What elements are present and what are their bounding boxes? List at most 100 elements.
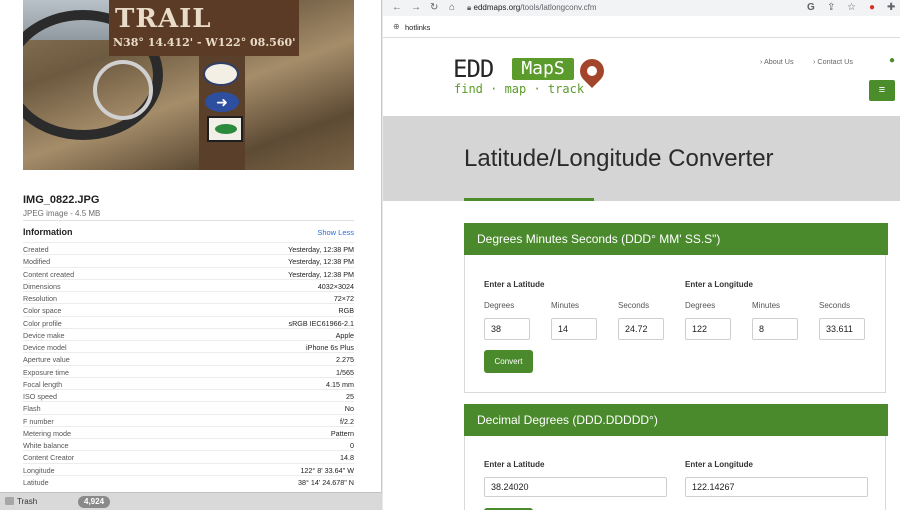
google-icon[interactable]: G bbox=[807, 1, 815, 15]
page-banner: Latitude/Longitude Converter bbox=[383, 116, 900, 201]
info-key: ISO speed bbox=[23, 392, 57, 401]
info-key: Device model bbox=[23, 343, 67, 352]
file-meta: JPEG image - 4.5 MB bbox=[23, 209, 101, 218]
info-value: iPhone 6s Plus bbox=[306, 343, 354, 352]
info-key: Flash bbox=[23, 404, 41, 414]
info-key: White balance bbox=[23, 441, 69, 450]
nav-contact-us[interactable]: › Contact Us bbox=[813, 57, 853, 66]
dms-panel-header: Degrees Minutes Seconds (DDD° MM' SS.S") bbox=[464, 223, 888, 255]
info-row: Metering mode Pattern bbox=[23, 425, 354, 438]
screen: TRAIL N38° 14.412' - W122° 08.560' ➜ IMG… bbox=[0, 0, 900, 510]
photo-preview: TRAIL N38° 14.412' - W122° 08.560' ➜ bbox=[23, 0, 354, 170]
lon-seconds-label: Seconds bbox=[819, 301, 851, 310]
info-row: Latitude 38° 14' 24.678" N bbox=[23, 474, 354, 487]
menu-button[interactable]: ≡ bbox=[869, 80, 895, 101]
info-value: 0 bbox=[350, 441, 354, 450]
lon-degrees-label: Degrees bbox=[685, 301, 716, 310]
info-row: Content created Yesterday, 12:38 PM bbox=[23, 266, 354, 279]
file-name: IMG_0822.JPG bbox=[23, 194, 100, 206]
info-value: f/2.2 bbox=[340, 416, 354, 426]
info-value: Yesterday, 12:38 PM bbox=[288, 257, 354, 267]
photo-sign-text: TRAIL bbox=[115, 4, 212, 34]
info-row: Device make Apple bbox=[23, 327, 354, 340]
info-value: 38° 14' 24.678" N bbox=[298, 477, 354, 487]
info-row: Device model iPhone 6s Plus bbox=[23, 340, 354, 352]
info-row: F number f/2.2 bbox=[23, 413, 354, 426]
extensions-puzzle-icon[interactable]: ✚ bbox=[887, 1, 895, 15]
info-row: Resolution 72×72 bbox=[23, 291, 354, 303]
info-key: Content created bbox=[23, 269, 75, 279]
bookmark-hotlinks[interactable]: hotlinks bbox=[405, 23, 430, 32]
info-row: Color space RGB bbox=[23, 303, 354, 315]
share-icon[interactable]: ⇪ bbox=[827, 1, 835, 15]
dd-latitude-input[interactable]: 38.24020 bbox=[484, 477, 667, 497]
lon-seconds-input[interactable]: 33.611 bbox=[819, 318, 865, 340]
info-value: sRGB IEC61966-2.1 bbox=[288, 318, 354, 328]
user-icon[interactable]: ● bbox=[889, 55, 895, 66]
bookmark-star-icon[interactable]: ☆ bbox=[847, 1, 856, 15]
back-icon[interactable]: ← bbox=[392, 1, 402, 15]
info-value: 4.15 mm bbox=[326, 379, 354, 389]
extension-icon[interactable]: ● bbox=[869, 1, 875, 15]
info-key: Aperture value bbox=[23, 355, 70, 365]
info-key: Focal length bbox=[23, 379, 63, 389]
url-path: /tools/latlongconv.cfm bbox=[520, 3, 597, 12]
dms-panel: Degrees Minutes Seconds (DDD° MM' SS.S")… bbox=[464, 223, 888, 393]
info-row: Color profile sRGB IEC61966-2.1 bbox=[23, 315, 354, 328]
info-key: Longitude bbox=[23, 465, 55, 475]
logo-tagline: find · map · track bbox=[454, 82, 585, 96]
info-value: No bbox=[344, 404, 354, 414]
finder-info-panel: TRAIL N38° 14.412' - W122° 08.560' ➜ IMG… bbox=[0, 0, 382, 492]
info-key: Dimensions bbox=[23, 281, 61, 291]
nav-about-us[interactable]: › About Us bbox=[760, 57, 794, 66]
address-bar[interactable]: 🔒︎ eddmaps.org/tools/latlongconv.cfm bbox=[467, 1, 777, 14]
page-title: Latitude/Longitude Converter bbox=[464, 145, 774, 172]
info-key: Created bbox=[23, 245, 49, 254]
info-value: 25 bbox=[346, 392, 354, 401]
info-row: Longitude 122° 8' 33.64" W bbox=[23, 462, 354, 475]
bookmark-globe-icon: ⊕ bbox=[393, 22, 400, 31]
lat-minutes-input[interactable]: 14 bbox=[551, 318, 597, 340]
lat-seconds-label: Seconds bbox=[618, 301, 650, 310]
info-value: 2.275 bbox=[336, 355, 354, 365]
show-less-link[interactable]: Show Less bbox=[317, 228, 354, 237]
info-row: ISO speed 25 bbox=[23, 389, 354, 401]
photo-bike-rim bbox=[93, 60, 153, 120]
bookmarks-bar: ⊕ hotlinks bbox=[383, 16, 900, 38]
info-key: Color space bbox=[23, 306, 62, 316]
information-title: Information bbox=[23, 227, 73, 237]
information-list: Created Yesterday, 12:38 PM Modified Yeste… bbox=[23, 242, 354, 487]
info-key: Resolution bbox=[23, 294, 57, 303]
info-key: Device make bbox=[23, 330, 65, 340]
info-value: 1/565 bbox=[336, 367, 354, 377]
info-row: Dimensions 4032×3024 bbox=[23, 278, 354, 291]
info-row: Content Creator 14.8 bbox=[23, 450, 354, 462]
dms-latitude-heading: Enter a Latitude bbox=[484, 280, 545, 289]
lon-degrees-input[interactable]: 122 bbox=[685, 318, 731, 340]
lat-seconds-input[interactable]: 24.72 bbox=[618, 318, 664, 340]
info-row: Aperture value 2.275 bbox=[23, 352, 354, 364]
finder-sidebar-trash[interactable]: Trash 4,924 bbox=[0, 492, 382, 510]
lat-minutes-label: Minutes bbox=[551, 301, 580, 310]
lon-minutes-input[interactable]: 8 bbox=[752, 318, 798, 340]
home-icon[interactable]: ⌂ bbox=[449, 1, 455, 15]
decimal-panel-header: Decimal Degrees (DDD.DDDDD°) bbox=[464, 404, 888, 436]
decimal-panel: Decimal Degrees (DDD.DDDDD°) Enter a Lat… bbox=[464, 404, 888, 510]
forward-icon[interactable]: → bbox=[411, 1, 421, 15]
info-row: Modified Yesterday, 12:38 PM bbox=[23, 254, 354, 266]
photo-sign-coords: N38° 14.412' - W122° 08.560' bbox=[113, 36, 296, 49]
title-underline bbox=[464, 198, 594, 201]
lat-degrees-input[interactable]: 38 bbox=[484, 318, 530, 340]
url-host: eddmaps.org bbox=[473, 3, 521, 12]
browser-toolbar: ← → ↻ ⌂ 🔒︎ eddmaps.org/tools/latlongconv… bbox=[383, 0, 900, 16]
dd-longitude-input[interactable]: 122.14267 bbox=[685, 477, 868, 497]
info-key: Latitude bbox=[23, 477, 49, 487]
dd-longitude-heading: Enter a Longitude bbox=[685, 460, 753, 469]
logo-maps: MapS bbox=[512, 58, 574, 80]
logo-edd: EDD bbox=[453, 55, 494, 83]
info-value: 72×72 bbox=[333, 294, 354, 303]
reload-icon[interactable]: ↻ bbox=[430, 1, 438, 15]
info-row: Created Yesterday, 12:38 PM bbox=[23, 242, 354, 254]
info-value: Pattern bbox=[330, 428, 354, 438]
convert-button[interactable]: Convert bbox=[484, 350, 533, 373]
